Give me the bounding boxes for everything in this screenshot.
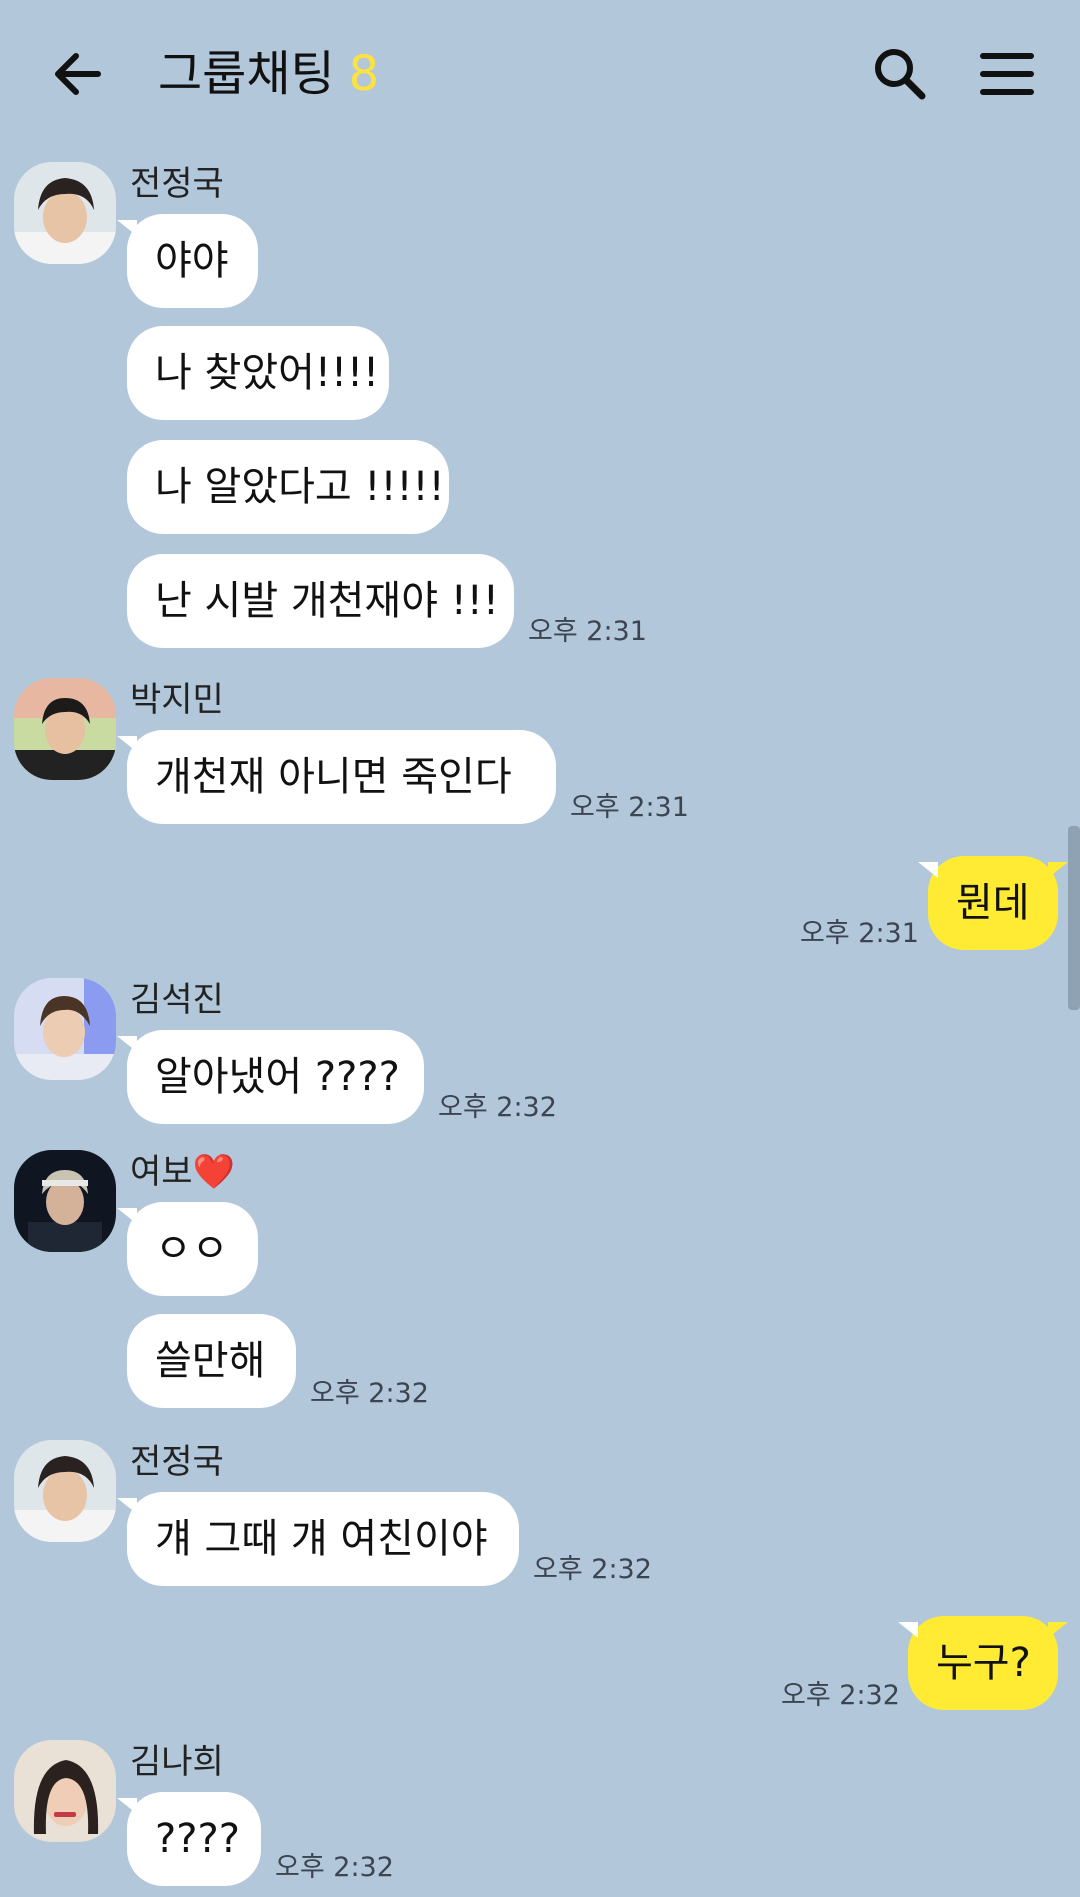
avatar-yeobo[interactable] [14,1150,116,1252]
message-time: 오후 2:32 [275,1852,394,1883]
message-time: 오후 2:32 [438,1092,557,1123]
message-time: 오후 2:31 [800,918,919,949]
message-bubble[interactable]: 걔 그때 걔 여친이야 [117,1492,519,1586]
avatar-jeon-jungkook[interactable] [14,1440,116,1542]
search-icon [875,49,926,100]
message-bubble[interactable]: ㅇㅇ [117,1202,258,1296]
arrow-left-icon [55,53,101,95]
avatar-park-jimin[interactable] [14,678,116,780]
scrollbar[interactable] [1068,826,1080,1010]
avatar-jeon-jungkook[interactable] [14,162,116,264]
search-button[interactable] [872,46,928,102]
sender-name: 김석진 [130,980,224,1020]
sender-name: 여보❤️ [130,1152,235,1192]
message-bubble[interactable]: 야야 [117,214,258,308]
hamburger-menu-icon [980,53,1034,95]
menu-button[interactable] [980,50,1034,98]
sender-name: 김나희 [130,1742,224,1782]
message-time: 오후 2:31 [528,616,647,647]
my-message-bubble[interactable]: 뭔데 [918,856,1068,950]
message-bubble[interactable]: 난 시발 개천재야 !!! [127,554,514,648]
message-bubble[interactable]: 개천재 아니면 죽인다 [117,730,556,824]
message-time: 오후 2:31 [570,792,689,823]
message-bubble[interactable]: 알아냈어 ???? [117,1030,424,1124]
message-time: 오후 2:32 [533,1554,652,1585]
message-time: 오후 2:32 [310,1378,429,1409]
sender-name: 박지민 [130,680,224,720]
message-bubble[interactable]: 나 찾았어!!!! [127,326,389,420]
member-count: 8 [348,46,380,102]
message-bubble[interactable]: ???? [117,1792,261,1886]
message-bubble[interactable]: 나 알았다고 !!!!! [127,440,449,534]
my-message-bubble[interactable]: 누구? [898,1616,1068,1710]
sender-name: 전정국 [130,164,224,204]
back-button[interactable] [48,44,108,104]
message-bubble[interactable]: 쓸만해 [127,1314,296,1408]
avatar-kim-seokjin[interactable] [14,978,116,1080]
avatar-kim-nahee[interactable] [14,1740,116,1842]
chat-header: 그룹채팅 8 [0,0,1080,150]
sender-name: 전정국 [130,1442,224,1482]
chat-title: 그룹채팅 8 [158,44,379,104]
chat-title-text: 그룹채팅 [158,46,335,102]
message-time: 오후 2:32 [781,1680,900,1711]
